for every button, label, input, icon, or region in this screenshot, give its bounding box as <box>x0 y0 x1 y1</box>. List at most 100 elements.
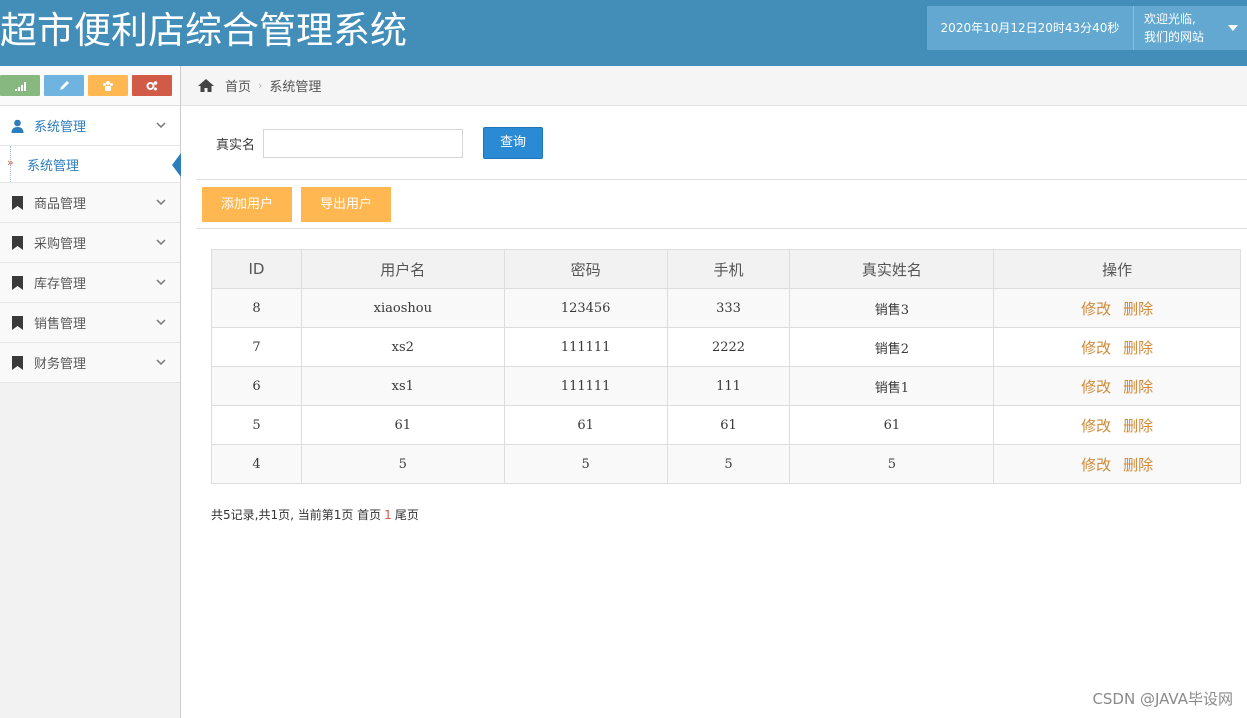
pagination: 共5记录,共1页, 当前第1页 首页 1 尾页 <box>211 506 419 523</box>
table-cell: 61 <box>666 405 791 445</box>
shortcut-cogs-button[interactable] <box>132 75 172 96</box>
delete-link[interactable]: 删除 <box>1123 417 1153 435</box>
user-icon <box>11 119 23 133</box>
app-title: 超市便利店综合管理系统 <box>0 9 407 52</box>
table-row: 6 xs1 111111 111 销售1 修改 删除 <box>211 366 1241 406</box>
edit-link[interactable]: 修改 <box>1081 300 1111 318</box>
breadcrumb: 首页 › 系统管理 <box>181 66 1247 106</box>
table-cell: 4 <box>211 444 302 484</box>
table-header-row: ID 用户名 密码 手机 真实姓名 操作 <box>211 249 1241 289</box>
sidebar-shortcuts <box>0 66 180 106</box>
header-bar: 超市便利店综合管理系统 2020年10月12日20时43分40秒 欢迎光临, 我… <box>0 0 1247 66</box>
user-area: 2020年10月12日20时43分40秒 欢迎光临, 我们的网站 <box>927 6 1247 50</box>
delete-link[interactable]: 删除 <box>1123 339 1153 357</box>
edit-link[interactable]: 修改 <box>1081 456 1111 474</box>
chevron-down-icon <box>156 199 166 206</box>
sidebar-item-goods[interactable]: 商品管理 <box>0 183 180 223</box>
table-cell: 6 <box>211 366 302 406</box>
shortcut-group-button[interactable] <box>88 75 128 96</box>
table-cell: 111111 <box>503 327 668 367</box>
sidebar: 系统管理 » 系统管理 商品管理 采购管理 库存管理 销售管理 财务管理 <box>0 66 181 718</box>
sidebar-item-label: 财务管理 <box>34 357 87 372</box>
home-icon <box>198 79 214 92</box>
column-header: 操作 <box>993 249 1241 289</box>
sidebar-item-purchase[interactable]: 采购管理 <box>0 223 180 263</box>
double-angle-right-icon: » <box>7 156 14 169</box>
column-header: ID <box>211 249 302 289</box>
table-cell: 销售1 <box>789 366 995 406</box>
breadcrumb-home-link[interactable]: 首页 <box>225 76 251 95</box>
search-button[interactable]: 查询 <box>483 127 544 159</box>
table-row: 8 xiaoshou 123456 333 销售3 修改 删除 <box>211 288 1241 328</box>
sidebar-subitem-system[interactable]: » 系统管理 <box>0 146 181 183</box>
table-cell: 5 <box>789 444 995 484</box>
user-menu-toggle[interactable]: 欢迎光临, 我们的网站 <box>1133 6 1247 50</box>
bookmark-icon <box>11 195 23 210</box>
chevron-down-icon <box>156 359 166 366</box>
edit-link[interactable]: 修改 <box>1081 378 1111 396</box>
delete-link[interactable]: 删除 <box>1123 378 1153 396</box>
pencil-icon <box>60 80 69 90</box>
sidebar-item-finance[interactable]: 财务管理 <box>0 343 180 383</box>
breadcrumb-current: 系统管理 <box>269 80 322 95</box>
table-cell: 61 <box>503 405 668 445</box>
row-actions: 修改 删除 <box>993 288 1241 328</box>
sidebar-item-label: 商品管理 <box>34 197 87 212</box>
sidebar-item-label: 库存管理 <box>34 277 87 292</box>
table-cell: 333 <box>666 288 791 328</box>
table-cell: 5 <box>666 444 791 484</box>
chevron-down-icon <box>156 279 166 286</box>
sidebar-item-sales[interactable]: 销售管理 <box>0 303 180 343</box>
row-actions: 修改 删除 <box>993 405 1241 445</box>
sidebar-item-label: 采购管理 <box>34 237 87 252</box>
watermark: CSDN @JAVA毕设网 <box>1092 690 1233 708</box>
sidebar-item-inventory[interactable]: 库存管理 <box>0 263 180 303</box>
delete-link[interactable]: 删除 <box>1123 456 1153 474</box>
search-label: 真实名 <box>216 137 256 153</box>
current-page-link[interactable]: 1 <box>384 508 392 522</box>
sidebar-item-label: 销售管理 <box>34 317 87 332</box>
table-cell: 2222 <box>666 327 791 367</box>
active-indicator <box>172 153 181 177</box>
chevron-down-icon <box>156 239 166 246</box>
table-cell: 7 <box>211 327 302 367</box>
table-row: 7 xs2 111111 2222 销售2 修改 删除 <box>211 327 1241 367</box>
edit-link[interactable]: 修改 <box>1081 339 1111 357</box>
column-header: 真实姓名 <box>789 249 995 289</box>
row-actions: 修改 删除 <box>993 327 1241 367</box>
sidebar-subitem-label: 系统管理 <box>27 158 80 174</box>
bookmark-icon <box>11 355 23 370</box>
shortcut-signal-button[interactable] <box>0 75 40 96</box>
table-cell: 123456 <box>503 288 668 328</box>
table-cell: xiaoshou <box>300 288 505 328</box>
delete-link[interactable]: 删除 <box>1123 300 1153 318</box>
row-actions: 修改 删除 <box>993 366 1241 406</box>
export-users-button[interactable]: 导出用户 <box>301 187 391 222</box>
table-cell: 5 <box>503 444 668 484</box>
edit-link[interactable]: 修改 <box>1081 417 1111 435</box>
table-cell: 61 <box>789 405 995 445</box>
search-row: 真实名 查询 <box>216 127 544 159</box>
action-toolbar: 添加用户 导出用户 <box>196 179 1247 229</box>
bookmark-icon <box>11 275 23 290</box>
signal-icon <box>15 81 26 91</box>
table-cell: 61 <box>300 405 505 445</box>
table-cell: 销售2 <box>789 327 995 367</box>
column-header: 密码 <box>503 249 668 289</box>
table-cell: 5 <box>211 405 302 445</box>
table-row: 5 61 61 61 61 修改 删除 <box>211 405 1241 445</box>
users-table: ID 用户名 密码 手机 真实姓名 操作 8 xiaoshou 123456 3… <box>211 249 1241 484</box>
bookmark-icon <box>11 315 23 330</box>
table-cell: 5 <box>300 444 505 484</box>
table-cell: 111111 <box>503 366 668 406</box>
bookmark-icon <box>11 235 23 250</box>
add-user-button[interactable]: 添加用户 <box>202 187 292 222</box>
table-cell: xs2 <box>300 327 505 367</box>
sidebar-item-system[interactable]: 系统管理 <box>0 106 180 146</box>
real-name-search-input[interactable] <box>263 128 464 158</box>
caret-down-icon <box>1228 25 1238 31</box>
last-page-link[interactable]: 尾页 <box>395 508 419 522</box>
table-cell: 111 <box>666 366 791 406</box>
shortcut-pencil-button[interactable] <box>44 75 84 96</box>
breadcrumb-separator-icon: › <box>258 79 263 92</box>
